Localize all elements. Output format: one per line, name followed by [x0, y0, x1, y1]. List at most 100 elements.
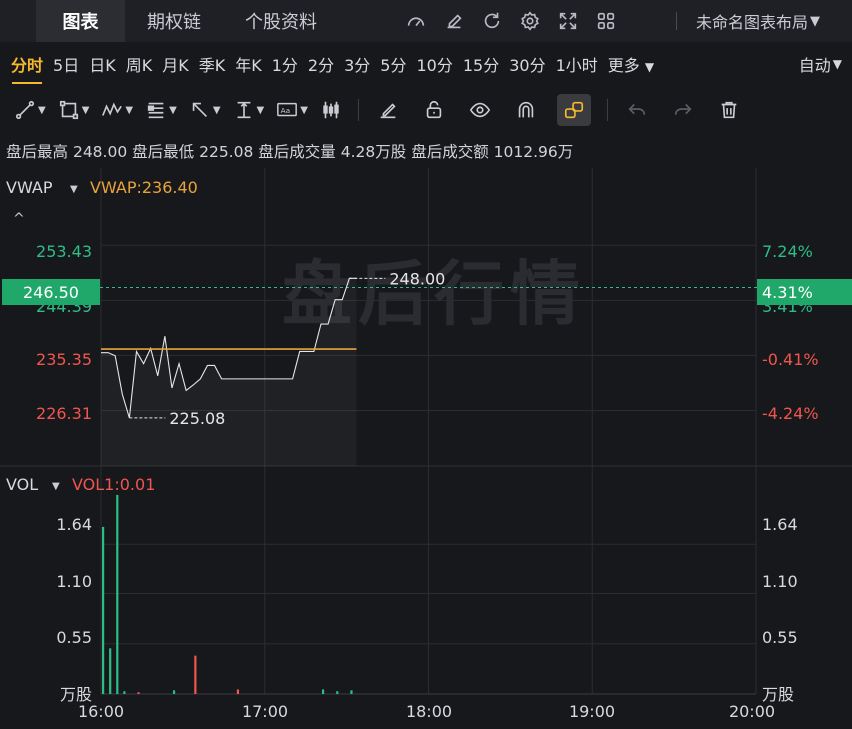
measure-tool[interactable]: ▼	[233, 94, 264, 126]
lock-tool[interactable]	[423, 94, 445, 126]
redo-button[interactable]	[672, 94, 694, 126]
visibility-tool[interactable]	[469, 94, 491, 126]
period-day[interactable]: 日K	[84, 52, 121, 76]
layout-dropdown[interactable]: 未命名图表布局 ▼	[696, 0, 820, 42]
candle-tool[interactable]	[320, 94, 342, 126]
x-tick: 20:00	[729, 702, 775, 721]
period-2m[interactable]: 2分	[303, 52, 339, 76]
volume-bar	[236, 689, 240, 694]
ah-high-label: 盘后最高	[6, 143, 69, 161]
chevron-down-icon: ▼	[644, 60, 655, 74]
y-tick-left: 226.31	[36, 404, 92, 423]
vol-y-tick-right: 0.55	[762, 628, 798, 647]
auto-scale-dropdown[interactable]: 自动 ▼	[799, 42, 842, 86]
volume-bars	[102, 494, 353, 694]
tab-chart[interactable]: 图表	[36, 0, 125, 42]
current-change-tag: 4.31%	[757, 279, 852, 305]
period-5m[interactable]: 5分	[375, 52, 411, 76]
x-tick: 16:00	[78, 702, 124, 721]
volume-bar	[123, 691, 126, 694]
max-price-label: 248.00	[389, 269, 445, 288]
period-more[interactable]: 更多 ▼	[603, 52, 659, 76]
caret-down-icon: ▼	[81, 104, 90, 116]
y-tick-left: 253.43	[36, 242, 92, 261]
brush-tool[interactable]	[377, 94, 399, 126]
gauge-icon[interactable]	[404, 9, 428, 33]
period-5d[interactable]: 5日	[48, 52, 84, 76]
period-intraday[interactable]: 分时	[6, 52, 48, 84]
period-month[interactable]: 月K	[157, 52, 194, 76]
refresh-icon[interactable]	[480, 9, 504, 33]
caret-down-icon: ▼	[300, 104, 308, 116]
period-bar: 分时 5日 日K 周K 月K 季K 年K 1分 2分 3分 5分 10分 15分…	[0, 42, 852, 86]
vol-y-tick-left: 1.64	[56, 515, 92, 534]
layout-label: 未命名图表布局	[696, 13, 809, 32]
vol-y-tick-right: 1.64	[762, 515, 798, 534]
min-price-label: 225.08	[169, 409, 225, 428]
x-tick: 17:00	[242, 702, 288, 721]
period-week[interactable]: 周K	[121, 52, 158, 76]
ah-volume-value: 4.28万股	[340, 143, 407, 161]
ah-volume-label: 盘后成交量	[258, 143, 336, 161]
link-tool[interactable]	[556, 94, 591, 126]
rectangle-tool[interactable]: ▼	[58, 94, 90, 126]
tab-stock-profile[interactable]: 个股资料	[223, 0, 339, 42]
price-chart[interactable]: VWAP ▼ VWAP:236.40 ^ 253.43 244.39 235.3…	[0, 168, 852, 729]
period-year[interactable]: 年K	[230, 52, 267, 76]
period-3m[interactable]: 3分	[339, 52, 375, 76]
ah-low-value: 225.08	[199, 143, 254, 161]
period-10m[interactable]: 10分	[411, 52, 457, 76]
caret-down-icon: ▼	[125, 104, 134, 116]
period-quarter[interactable]: 季K	[194, 52, 231, 76]
period-30m[interactable]: 30分	[504, 52, 550, 76]
ah-low-label: 盘后最低	[132, 143, 195, 161]
ah-amount-value: 1012.96万	[493, 143, 574, 161]
candlestick-icon	[323, 101, 339, 119]
eye-icon	[469, 102, 491, 118]
ah-high-value: 248.00	[72, 143, 128, 161]
vol-indicator-name[interactable]: VOL	[6, 475, 38, 494]
period-1m[interactable]: 1分	[267, 52, 303, 76]
edit-icon[interactable]	[442, 9, 466, 33]
fullscreen-icon[interactable]	[556, 9, 580, 33]
magnet-icon	[518, 101, 534, 118]
chevron-down-icon: ▼	[810, 13, 821, 29]
trash-icon	[721, 101, 737, 119]
period-more-label: 更多	[607, 56, 640, 75]
caret-down-icon: ▼	[38, 104, 46, 116]
fib-tool[interactable]: ▼	[145, 94, 177, 126]
toolbar-divider	[606, 99, 608, 121]
after-hours-info: 盘后最高 248.00 盘后最低 225.08 盘后成交量 4.28万股 盘后成…	[6, 140, 573, 162]
undo-button[interactable]	[626, 94, 648, 126]
period-15m[interactable]: 15分	[458, 52, 504, 76]
collapse-chevron-icon[interactable]: ^	[13, 211, 25, 227]
volume-bar	[350, 690, 353, 694]
y-tick-right: 7.24%	[762, 242, 813, 261]
volume-bar	[116, 494, 119, 694]
magnet-tool[interactable]	[515, 94, 537, 126]
toolbar-divider	[357, 99, 359, 121]
current-price-tag: 246.50	[2, 279, 100, 305]
tab-option-chain[interactable]: 期权链	[125, 0, 223, 42]
top-icon-group	[404, 0, 618, 42]
vol-indicator-value: VOL1:0.01	[72, 475, 155, 494]
volume-bar	[172, 690, 176, 694]
caret-down-icon[interactable]: ▼	[70, 184, 78, 195]
line-tool[interactable]: ▼	[14, 94, 46, 126]
vwap-indicator-value: VWAP:236.40	[90, 178, 198, 197]
period-1h[interactable]: 1小时	[551, 52, 603, 76]
settings-icon[interactable]	[518, 9, 542, 33]
delete-button[interactable]	[718, 94, 740, 126]
arrow-icon	[192, 102, 207, 118]
volume-bar	[102, 526, 105, 694]
vol-y-tick-left: 1.10	[56, 572, 92, 591]
caret-down-icon[interactable]: ▼	[52, 481, 60, 492]
text-tool[interactable]: Aa ▼	[276, 94, 308, 126]
grid-icon[interactable]	[594, 9, 618, 33]
pattern-tool[interactable]: ▼	[101, 94, 133, 126]
vwap-indicator-name[interactable]: VWAP	[6, 178, 53, 197]
arrow-tool[interactable]: ▼	[189, 94, 221, 126]
vol-y-tick-right: 1.10	[762, 572, 798, 591]
price-area	[101, 278, 357, 466]
top-divider	[676, 12, 677, 30]
